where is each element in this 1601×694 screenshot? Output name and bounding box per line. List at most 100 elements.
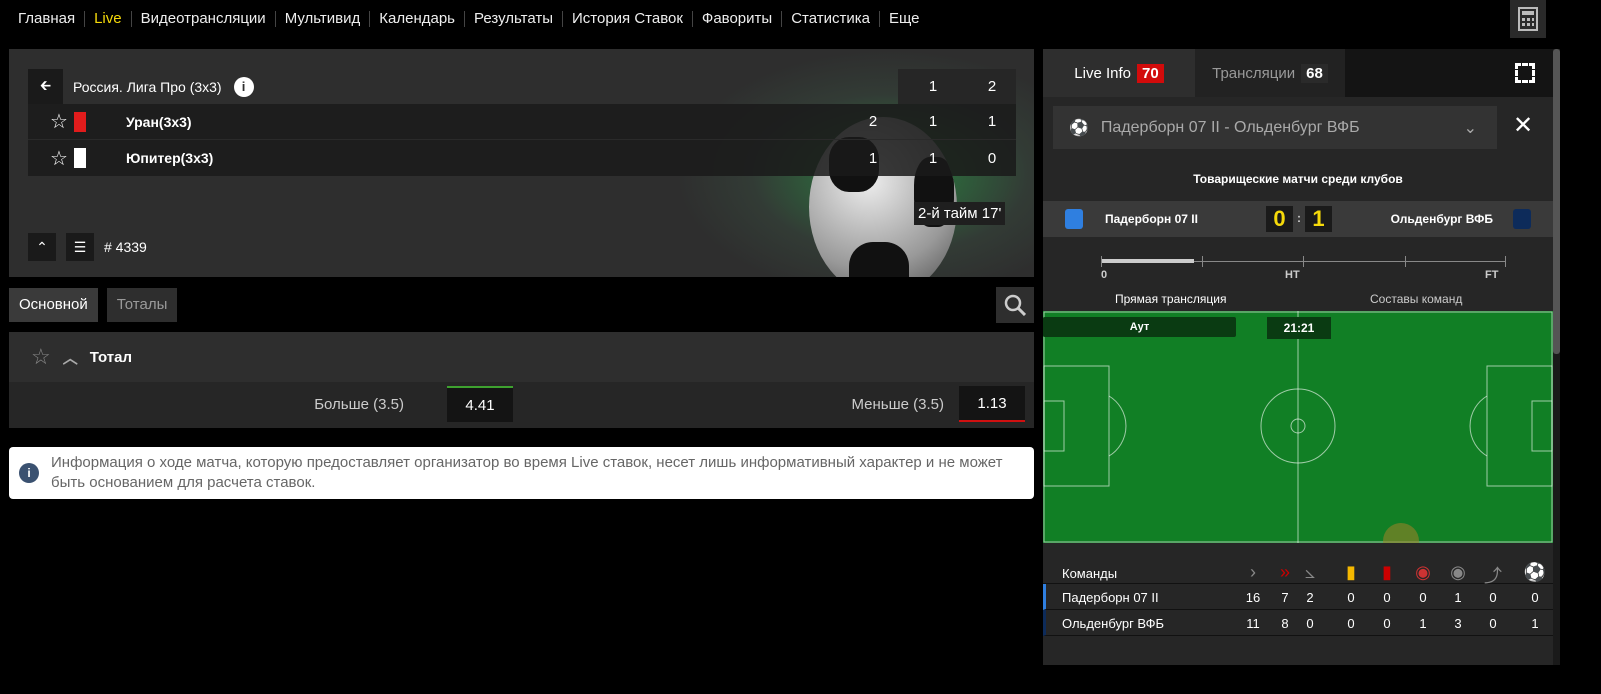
pitch-time: 21:21 (1267, 317, 1331, 339)
league-name: Россия. Лига Про (3х3) (73, 78, 222, 95)
info-icon[interactable]: i (233, 76, 254, 97)
odd-under[interactable]: 1.13 (959, 386, 1025, 422)
chevron-down-icon: ⌄ (1463, 119, 1477, 137)
calculator-button[interactable] (1510, 0, 1546, 38)
tab-live-info[interactable]: Live Info 70 (1043, 49, 1195, 97)
shots-on-target-icon: ◉ (1415, 562, 1431, 582)
nav-item[interactable]: Статистика (782, 11, 880, 27)
match-select-value: Падерборн 07 II - Ольденбург ВФБ (1100, 118, 1360, 136)
stat-value: 0 (1347, 616, 1355, 631)
nav-item[interactable]: Главная (18, 11, 86, 27)
competition: Товарищеские матчи среди клубов (1193, 172, 1403, 186)
stats-row: Ольденбург ВФБ 11 8 0 0 0 1 3 0 1 (1043, 610, 1553, 636)
stat-value: 11 (1246, 616, 1260, 631)
jersey-icon (73, 111, 86, 132)
stat-value: 0 (1347, 590, 1355, 605)
period-col: 2 (987, 78, 997, 95)
stat-value: 1 (1419, 616, 1427, 631)
attacks-icon: › (1250, 562, 1256, 582)
stats-button[interactable]: ☰ (66, 233, 94, 261)
live-count: 70 (1137, 63, 1164, 83)
score: 1 (987, 113, 997, 130)
away-team: Ольденбург ВФБ (1390, 212, 1493, 226)
info-icon: i (19, 463, 39, 483)
event-header: 🡰 Россия. Лига Про (3х3) i 1 2 ☆ Уран(3х… (9, 49, 1034, 277)
stat-value: 0 (1419, 590, 1427, 605)
search-icon (1004, 294, 1026, 316)
nav-item[interactable]: Мультивид (276, 11, 371, 27)
yellow-card-icon: ▮ (1346, 562, 1356, 582)
team-row: ☆ Юпитер(3х3) 1 1 0 (28, 140, 1016, 176)
scrollbar[interactable] (1553, 49, 1560, 665)
red-card-icon: ▮ (1382, 562, 1392, 582)
score: 2 (868, 113, 878, 130)
score: 0 (987, 149, 997, 167)
match-select[interactable]: ⚽ Падерборн 07 II - Ольденбург ВФБ ⌄ (1053, 106, 1497, 149)
away-jersey-icon (1513, 209, 1531, 229)
tab-streams[interactable]: Трансляции 68 (1195, 49, 1345, 97)
stat-value: 2 (1306, 590, 1314, 605)
tab-lineups[interactable]: Составы команд (1370, 292, 1462, 306)
top-nav: Главная Live Видеотрансляции Мультивид Кален… (0, 0, 1601, 38)
nav-item[interactable]: Результаты (465, 11, 563, 27)
over-label: Больше (3.5) (314, 396, 404, 413)
stat-value: 1 (1454, 590, 1462, 605)
stat-value: 1 (1531, 616, 1539, 631)
stat-value: 0 (1489, 616, 1497, 631)
odd-over[interactable]: 4.41 (447, 386, 513, 422)
stats-table: Команды ›» ⦣ ▮ ▮ ◉ ◉ ⤴ ⚽ Падерборн 07 II 16 7 2 0 0 0… (1043, 560, 1553, 636)
tab-totals[interactable]: Тоталы (106, 288, 178, 322)
calculator-icon (1518, 7, 1538, 31)
favorite-star-icon[interactable]: ☆ (50, 146, 68, 171)
stat-value: 0 (1383, 590, 1391, 605)
nav-item[interactable]: История Ставок (563, 11, 693, 27)
stat-value: 0 (1306, 616, 1314, 631)
score: 1 (928, 149, 938, 167)
tab-main[interactable]: Основной (9, 288, 98, 322)
search-button[interactable] (996, 287, 1034, 323)
team-name: Юпитер(3х3) (125, 150, 214, 166)
nav-item[interactable]: Видеотрансляции (132, 11, 276, 27)
favorite-star-icon[interactable]: ☆ (50, 109, 68, 134)
market-title: Тотал (89, 348, 132, 366)
timeline: 0 HT FT (1101, 256, 1506, 281)
jersey-icon (73, 148, 86, 168)
away-score: 1 (1305, 206, 1332, 232)
notice-text: Информация о ходе матча, которую предост… (51, 454, 1003, 491)
streams-count: 68 (1301, 63, 1328, 83)
event-id: # 4339 (104, 239, 147, 255)
corner-icon: ⦣ (1304, 562, 1316, 582)
back-button[interactable]: 🡰 (28, 69, 63, 104)
stats-row: Падерборн 07 II 16 7 2 0 0 0 1 0 0 (1043, 584, 1553, 610)
chevron-up-icon[interactable]: ︿ (63, 347, 78, 368)
period-col: 1 (928, 78, 938, 95)
stat-value: 0 (1383, 616, 1391, 631)
unpin-icon[interactable]: ✕ (1513, 111, 1533, 140)
score: 1 (868, 149, 878, 167)
match-status: 2-й тайм 17' (914, 202, 1006, 225)
favorite-star-icon[interactable]: ☆ (31, 344, 51, 370)
shots-off-target-icon: ◉ (1450, 562, 1466, 582)
tab-live-stream[interactable]: Прямая трансляция (1115, 292, 1226, 306)
timeline-ft: FT (1485, 269, 1499, 281)
pitch: Аут 21:21 (1043, 311, 1553, 543)
fullscreen-icon[interactable] (1515, 63, 1535, 83)
nav-item[interactable]: Календарь (370, 11, 465, 27)
pitch-lines (1043, 311, 1553, 543)
under-label: Меньше (3.5) (851, 396, 945, 413)
tab-label: Live Info (1074, 64, 1132, 82)
stat-value: 3 (1454, 616, 1462, 631)
stat-value: 0 (1489, 590, 1497, 605)
market-total: ☆ ︿ Тотал Больше (3.5) 4.41 Меньше (3.5) 1… (9, 332, 1034, 428)
collapse-button[interactable]: ⌃ (28, 233, 56, 261)
nav-item[interactable]: Фавориты (693, 11, 783, 27)
pitch-event: Аут (1043, 317, 1236, 337)
nav-item[interactable]: Live (85, 11, 132, 27)
stat-value: 16 (1245, 590, 1261, 605)
stats-team: Ольденбург ВФБ (1062, 616, 1165, 631)
stats-team: Падерборн 07 II (1062, 590, 1159, 605)
nav-item[interactable]: Еще (880, 11, 929, 27)
stat-value: 0 (1531, 590, 1539, 605)
timeline-ht: HT (1285, 269, 1300, 281)
home-team: Падерборн 07 II (1105, 212, 1198, 226)
